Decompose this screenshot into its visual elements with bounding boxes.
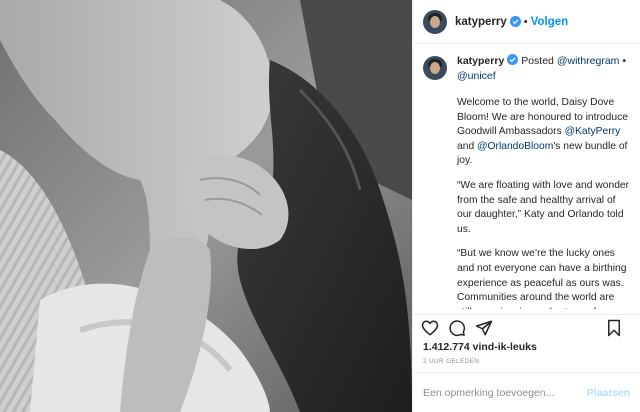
caption-paragraph: “We are floating with love and wonder fr… xyxy=(457,179,630,235)
caption-paragraph: Welcome to the world, Daisy Dove Bloom! … xyxy=(457,97,628,167)
avatar[interactable] xyxy=(423,9,447,34)
comment-icon[interactable] xyxy=(448,319,466,337)
heart-icon[interactable] xyxy=(421,319,439,337)
share-icon[interactable] xyxy=(475,319,493,337)
follow-button[interactable]: Volgen xyxy=(531,16,568,28)
action-bar xyxy=(413,314,640,340)
mention-link[interactable]: @unicef xyxy=(457,70,496,82)
separator-dot: • xyxy=(523,15,528,28)
verified-badge-icon xyxy=(507,54,519,65)
caption-paragraph: “But we know we’re the lucky ones and no… xyxy=(457,248,627,309)
bookmark-icon[interactable] xyxy=(605,319,623,337)
verified-badge-icon xyxy=(509,16,521,27)
mention-link[interactable]: @OrlandoBloom xyxy=(477,141,553,152)
comment-bar: Plaatsen xyxy=(413,372,640,412)
comment-input[interactable] xyxy=(423,386,587,399)
caption-scroll-area[interactable]: katyperry Posted @withregram • @unicef W… xyxy=(413,54,640,309)
username[interactable]: katyperry xyxy=(455,16,507,28)
instagram-post: katyperry • Volgen katyperry Posted @wit… xyxy=(0,0,640,412)
caption-body: Welcome to the world, Daisy Dove Bloom! … xyxy=(457,96,630,309)
baby-hand-photo xyxy=(0,0,412,412)
mention-link[interactable]: @withregram xyxy=(557,55,620,67)
caption-header: katyperry Posted @withregram • @unicef xyxy=(423,54,630,84)
likes-count[interactable]: 1.412.774 vind-ik-leuks xyxy=(423,341,537,353)
caption-username[interactable]: katyperry xyxy=(457,55,504,67)
timestamp[interactable]: 2 UUR GELEDEN xyxy=(423,358,479,365)
mention-link[interactable]: @KatyPerry xyxy=(565,126,621,137)
separator-dot: • xyxy=(622,55,627,67)
post-sidebar: katyperry • Volgen katyperry Posted @wit… xyxy=(412,0,640,412)
post-header: katyperry • Volgen xyxy=(413,0,640,44)
posted-label: Posted xyxy=(521,55,554,67)
post-comment-button[interactable]: Plaatsen xyxy=(587,387,630,399)
avatar[interactable] xyxy=(423,56,447,80)
post-photo[interactable] xyxy=(0,0,412,412)
